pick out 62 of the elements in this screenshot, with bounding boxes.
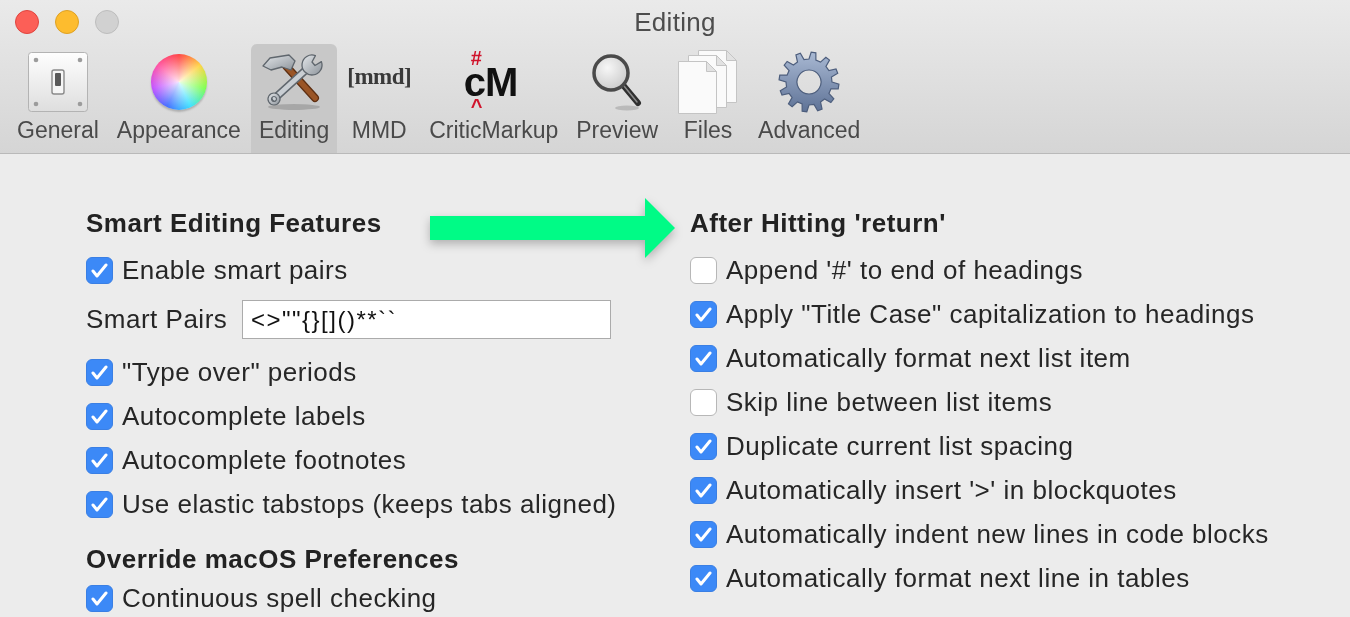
checkmark-icon xyxy=(91,590,108,606)
toolbar-tab[interactable]: General xyxy=(9,44,107,153)
checkbox[interactable] xyxy=(690,520,717,548)
checkmark-icon xyxy=(91,262,108,278)
checkbox-label[interactable]: Skip line between list items xyxy=(726,388,1053,416)
mmd-logo: [mmd] xyxy=(347,64,412,90)
checkmark-icon xyxy=(695,438,712,454)
checkbox-label[interactable]: Apply "Title Case" capitalization to headings xyxy=(726,300,1255,328)
checkmark-icon xyxy=(695,570,712,586)
field-label: Smart Pairs xyxy=(86,303,229,335)
checkbox-label[interactable]: Autocomplete labels xyxy=(122,402,366,430)
checkbox[interactable] xyxy=(690,344,717,372)
checkbox[interactable] xyxy=(86,584,113,612)
checkbox-label[interactable]: Automatically format next list item xyxy=(726,344,1131,372)
toolbar-tab[interactable]: Editing xyxy=(250,44,338,153)
window-title: Editing xyxy=(634,7,716,37)
checkbox-label[interactable]: Append '#' to end of headings xyxy=(726,256,1083,284)
critic-markup-logo: #cM ^ xyxy=(463,51,519,113)
text-field[interactable]: <>""{}[]()**`` xyxy=(242,299,611,339)
checkbox[interactable] xyxy=(690,476,717,504)
checkbox-label[interactable]: Use elastic tabstops (keeps tabs aligned) xyxy=(122,490,617,518)
checkbox-label[interactable]: Duplicate current list spacing xyxy=(726,432,1074,460)
checkbox-label[interactable]: Automatically insert '>' in blockquotes xyxy=(726,476,1177,504)
checkmark-icon xyxy=(695,482,712,498)
checkbox-label[interactable]: Enable smart pairs xyxy=(122,256,348,284)
checkmark-icon xyxy=(91,452,108,468)
toolbar-tab[interactable]: Appearance xyxy=(108,44,249,153)
section-heading: After Hitting 'return' xyxy=(690,210,947,236)
checkbox[interactable] xyxy=(690,432,717,460)
checkbox-label[interactable]: Automatically format next line in tables xyxy=(726,564,1190,592)
checkmark-icon xyxy=(695,306,712,322)
close-button[interactable] xyxy=(15,10,39,34)
checkmark-icon xyxy=(91,496,108,512)
section-heading: Smart Editing Features xyxy=(86,210,383,236)
gear-icon xyxy=(778,51,841,113)
toolbar-tab[interactable]: Advanced xyxy=(750,44,869,153)
checkbox-label[interactable]: "Type over" periods xyxy=(122,358,357,386)
checkmark-icon xyxy=(91,408,108,424)
color-wheel-icon xyxy=(150,54,207,110)
checkbox[interactable] xyxy=(690,300,717,328)
checkmark-icon xyxy=(91,364,108,380)
toolbar-tab[interactable]: #cM ^ CriticMarkup xyxy=(421,44,567,153)
checkbox-label[interactable]: Automatically indent new lines in code blocks xyxy=(726,520,1269,548)
checkbox[interactable] xyxy=(86,490,113,518)
magnifier-icon xyxy=(591,53,644,111)
checkbox[interactable] xyxy=(86,358,113,386)
checkbox[interactable] xyxy=(86,446,113,474)
section-heading: Override macOS Preferences xyxy=(86,546,460,572)
checkbox[interactable] xyxy=(690,388,717,416)
toolbar-tab[interactable]: [mmd] MMD xyxy=(339,44,420,153)
checkbox-label[interactable]: Autocomplete footnotes xyxy=(122,446,407,474)
toggle-switch-icon xyxy=(27,52,88,112)
toolbar-tab[interactable]: Files xyxy=(668,44,749,153)
checkmark-icon xyxy=(695,526,712,542)
checkbox[interactable] xyxy=(690,256,717,284)
checkmark-icon xyxy=(695,350,712,366)
checkbox[interactable] xyxy=(86,402,113,430)
checkbox[interactable] xyxy=(690,564,717,592)
documents-icon xyxy=(678,50,739,114)
checkbox[interactable] xyxy=(86,256,113,284)
checkbox-label[interactable]: Continuous spell checking xyxy=(122,584,437,612)
toolbar-tab[interactable]: Preview xyxy=(568,44,667,153)
